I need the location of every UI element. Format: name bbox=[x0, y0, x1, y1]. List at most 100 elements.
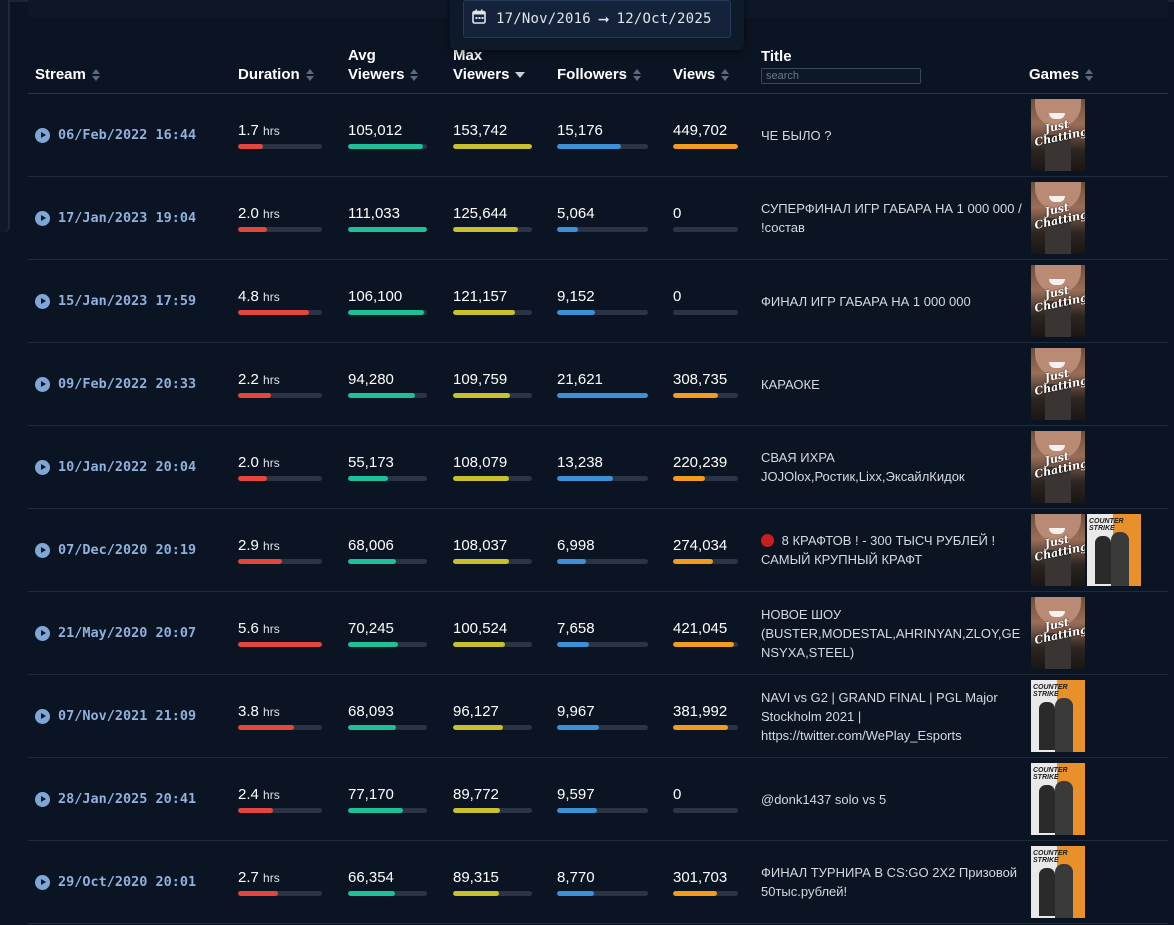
stream-title: КАРАОКЕ bbox=[761, 376, 820, 392]
views-value: 0 bbox=[673, 785, 682, 803]
duration-bar bbox=[238, 807, 322, 813]
views-value: 308,735 bbox=[673, 370, 728, 388]
duration-bar-fill bbox=[238, 641, 322, 647]
just-chatting-thumbnail[interactable]: Just Chatting bbox=[1031, 348, 1085, 420]
sort-desc-icon bbox=[515, 71, 526, 79]
stream-title: 8 КРАФТОВ ! - 300 ТЫСЧ РУБЛЕЙ ! САМЫЙ КР… bbox=[761, 533, 996, 567]
stream-link[interactable]: 28/Jan/2025 20:41 bbox=[28, 791, 238, 807]
stream-date: 06/Feb/2022 16:44 bbox=[58, 127, 197, 143]
avg-value: 68,006 bbox=[348, 536, 394, 554]
sort-icon bbox=[410, 69, 419, 82]
play-circle-icon bbox=[35, 791, 50, 807]
duration-unit: hrs bbox=[263, 455, 280, 470]
views-bar bbox=[673, 309, 738, 315]
avg-bar bbox=[348, 392, 427, 398]
stream-link[interactable]: 07/Dec/2020 20:19 bbox=[28, 542, 238, 558]
sort-icon bbox=[633, 69, 642, 82]
counter-strike-thumbnail[interactable]: COUNTER STRIKE bbox=[1031, 846, 1085, 918]
stream-date: 29/Oct/2020 20:01 bbox=[58, 874, 197, 890]
max-bar bbox=[453, 807, 532, 813]
avg-bar-fill bbox=[348, 392, 416, 398]
counter-strike-thumbnail[interactable]: COUNTER STRIKE bbox=[1031, 680, 1085, 752]
counter-strike-thumbnail[interactable]: COUNTER STRIKE bbox=[1031, 763, 1085, 835]
duration-unit: hrs bbox=[263, 289, 280, 304]
duration-unit: hrs bbox=[263, 123, 280, 138]
stream-link[interactable]: 15/Jan/2023 17:59 bbox=[28, 293, 238, 309]
stream-link[interactable]: 09/Feb/2022 20:33 bbox=[28, 376, 238, 392]
games-list: Just Chatting bbox=[1029, 99, 1168, 171]
just-chatting-thumbnail[interactable]: Just Chatting bbox=[1031, 431, 1085, 503]
duration-value: 1.7 hrs bbox=[238, 121, 280, 139]
stream-link[interactable]: 17/Jan/2023 19:04 bbox=[28, 210, 238, 226]
header-games[interactable]: Games bbox=[1029, 38, 1168, 94]
views-bar-fill bbox=[673, 392, 718, 398]
max-value: 153,742 bbox=[453, 121, 508, 139]
table-row: 06/Feb/2022 16:44 1.7 hrs 105,012 153,742 15… bbox=[28, 93, 1168, 177]
just-chatting-thumbnail[interactable]: Just Chatting bbox=[1031, 597, 1085, 669]
followers-value: 9,152 bbox=[557, 287, 595, 305]
table-row: 17/Jan/2023 19:04 2.0 hrs 111,033 125,644 5,… bbox=[28, 176, 1168, 260]
max-bar bbox=[453, 641, 532, 647]
max-bar-fill bbox=[453, 807, 500, 813]
duration-value: 2.9 hrs bbox=[238, 536, 280, 554]
title-search-input[interactable] bbox=[761, 68, 921, 84]
stream-link[interactable]: 07/Nov/2021 21:09 bbox=[28, 708, 238, 724]
max-value: 125,644 bbox=[453, 204, 508, 222]
views-bar bbox=[673, 226, 738, 232]
duration-unit: hrs bbox=[263, 372, 280, 387]
header-duration[interactable]: Duration bbox=[238, 38, 348, 94]
views-bar bbox=[673, 392, 738, 398]
avg-bar bbox=[348, 226, 427, 232]
games-list: Just Chatting bbox=[1029, 597, 1168, 669]
avg-bar-fill bbox=[348, 558, 397, 564]
date-range-picker[interactable]: 17/Nov/2016 ➞ 12/Oct/2025 bbox=[450, 0, 744, 50]
play-circle-icon bbox=[35, 376, 50, 392]
max-bar bbox=[453, 724, 532, 730]
table-row: 28/Jan/2025 20:41 2.4 hrs 77,170 89,772 9,59… bbox=[28, 757, 1168, 841]
duration-value: 2.7 hrs bbox=[238, 868, 280, 886]
streams-table: Stream Duration Avg Viewers Max Viewers Fo… bbox=[28, 38, 1168, 924]
date-range-field[interactable]: 17/Nov/2016 ➞ 12/Oct/2025 bbox=[463, 0, 731, 38]
followers-bar-fill bbox=[557, 475, 613, 481]
stream-link[interactable]: 21/May/2020 20:07 bbox=[28, 625, 238, 641]
avg-bar bbox=[348, 309, 427, 315]
followers-value: 9,967 bbox=[557, 702, 595, 720]
duration-bar bbox=[238, 890, 322, 896]
just-chatting-thumbnail[interactable]: Just Chatting bbox=[1031, 182, 1085, 254]
just-chatting-thumbnail[interactable]: Just Chatting bbox=[1031, 265, 1085, 337]
date-range-end: 12/Oct/2025 bbox=[616, 11, 712, 27]
duration-bar-fill bbox=[238, 807, 274, 813]
avg-bar-fill bbox=[348, 641, 398, 647]
avg-value: 55,173 bbox=[348, 453, 394, 471]
header-stream[interactable]: Stream bbox=[28, 38, 238, 94]
just-chatting-thumbnail[interactable]: Just Chatting bbox=[1031, 514, 1085, 586]
duration-value: 2.0 hrs bbox=[238, 453, 280, 471]
max-bar bbox=[453, 309, 532, 315]
max-bar-fill bbox=[453, 890, 499, 896]
followers-bar-fill bbox=[557, 143, 621, 149]
max-bar-fill bbox=[453, 641, 506, 647]
header-avg-viewers[interactable]: Avg Viewers bbox=[348, 38, 453, 94]
duration-unit: hrs bbox=[263, 704, 280, 719]
avg-bar bbox=[348, 641, 427, 647]
max-bar bbox=[453, 226, 532, 232]
just-chatting-thumbnail[interactable]: Just Chatting bbox=[1031, 99, 1085, 171]
views-bar-fill bbox=[673, 558, 713, 564]
max-value: 100,524 bbox=[453, 619, 508, 637]
views-bar-fill bbox=[673, 641, 735, 647]
stream-link[interactable]: 29/Oct/2020 20:01 bbox=[28, 874, 238, 890]
followers-bar-fill bbox=[557, 641, 589, 647]
views-value: 421,045 bbox=[673, 619, 728, 637]
avg-value: 106,100 bbox=[348, 287, 403, 305]
stream-date: 10/Jan/2022 20:04 bbox=[58, 459, 197, 475]
stream-link[interactable]: 10/Jan/2022 20:04 bbox=[28, 459, 238, 475]
duration-unit: hrs bbox=[263, 206, 280, 221]
games-list: Just Chatting bbox=[1029, 265, 1168, 337]
followers-bar bbox=[557, 807, 648, 813]
counter-strike-thumbnail[interactable]: COUNTER STRIKE bbox=[1087, 514, 1141, 586]
followers-bar-fill bbox=[557, 392, 648, 398]
views-bar bbox=[673, 641, 738, 647]
duration-bar-fill bbox=[238, 143, 264, 149]
duration-unit: hrs bbox=[263, 621, 280, 636]
stream-link[interactable]: 06/Feb/2022 16:44 bbox=[28, 127, 238, 143]
